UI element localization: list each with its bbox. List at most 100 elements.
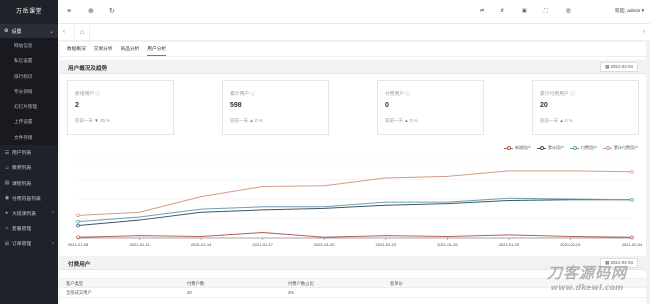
legend-item[interactable]: 累计付费用户 [603, 145, 638, 151]
tabs-scroll-right-icon[interactable]: › [643, 27, 645, 38]
x-tick-label: 2021-01-11 [129, 242, 150, 247]
x-tick-label: 2021-01-23 [376, 242, 397, 247]
table-cell: 全部成交用户 [66, 290, 92, 295]
lock-screen-icon[interactable]: ⇵ [500, 6, 504, 17]
series-line [77, 197, 633, 223]
watermark-url: www.dkewl.com [550, 283, 624, 292]
sidebar-section-settings[interactable]: ⚙ 设置 ⌄ [0, 24, 58, 38]
series-line [77, 170, 633, 216]
analysis-tabs: 数据概况 交易分析 商品分析 用户分析 [67, 46, 167, 56]
sidebar-item-packages[interactable]: ✧ 套餐管理 [0, 221, 58, 236]
legend-item[interactable]: 新增用户 [504, 145, 531, 151]
sidebar-item-label: 套餐管理 [12, 227, 32, 233]
stat-compare: 较前一天 ▲ 0 % [385, 118, 418, 123]
trend-up-icon: ▲ [559, 118, 564, 123]
trend-down-icon: ▼ [94, 118, 99, 123]
message-icon[interactable]: ▣ [522, 6, 527, 17]
sidebar-subitem[interactable]: 文件存储 [0, 130, 58, 145]
user-trend-chart: 2021-01-08 2021-01-11 2021-01-14 2021-01-17… [68, 159, 643, 247]
sidebar-subitem[interactable]: 幻灯片管理 [0, 99, 58, 114]
column-header: 客单价 [390, 281, 403, 286]
stat-card-new-users: 新增用户 ⓘ 2 较前一天 ▼ 25 % [67, 80, 174, 135]
tab-users[interactable]: 用户分析 [147, 46, 167, 56]
overview-date: 2021-02-04 [610, 64, 633, 69]
sidebar-item-paid-content[interactable]: ◉ 付费内容列表 [0, 191, 58, 206]
stat-compare: 较前一天 ▼ 25 % [75, 118, 111, 123]
sidebar-item-label: 大班课列表 [12, 211, 36, 217]
stat-value: 20 [540, 102, 548, 109]
watermark-title: 刀客源码网 [546, 264, 627, 282]
legend-item[interactable]: 累计用户 [537, 145, 564, 151]
chevron-down-icon: ⌄ [48, 28, 54, 35]
data-point [76, 213, 80, 218]
sidebar-subitem[interactable]: 排行标识 [0, 69, 58, 84]
sidebar-item-courses[interactable]: ▤ 课程列表 [0, 175, 58, 190]
trend-up-icon: ▲ [249, 118, 254, 123]
stat-compare: 较前一天 ▲ 0 % [540, 118, 573, 123]
stat-value: 0 [385, 102, 389, 109]
user-menu[interactable]: 欢迎, admin ▾ [615, 6, 644, 17]
course-icon: ▤ [4, 180, 10, 187]
series-line [77, 232, 633, 238]
clear-cache-icon[interactable]: ⇄ [480, 6, 484, 17]
stat-value: 598 [230, 102, 242, 109]
package-icon: ✧ [4, 225, 10, 232]
home-tab-icon[interactable]: ⌂ [74, 25, 90, 40]
sidebar-item-orders[interactable]: ⊞ 订单管理 › [0, 236, 58, 251]
tab-trade[interactable]: 交易分析 [94, 46, 113, 56]
sidebar-subitem[interactable]: 上传设置 [0, 114, 58, 129]
tab-overview[interactable]: 数据概况 [67, 46, 86, 56]
sidebar-item-label: 付费内容列表 [12, 196, 41, 202]
sidebar-subitem[interactable]: 私信设置 [0, 53, 58, 68]
overview-date-picker[interactable]: ▦ 2021-02-04 [600, 62, 638, 72]
tabs-scroll-left-icon[interactable]: ‹ [63, 27, 65, 38]
sidebar-subitem[interactable]: 专长领域 [0, 84, 58, 99]
series-line [77, 199, 632, 227]
sidebar-item-users[interactable]: ☰ 用户列表 [0, 145, 58, 160]
live-icon: ▸ [5, 210, 9, 217]
sidebar-item-live[interactable]: ▸ 大班课列表 › [0, 206, 58, 221]
stat-card-total-paid-users: 累计付费用户 ⓘ 20 较前一天 ▲ 0 % [532, 80, 639, 135]
legend-item[interactable]: 付费用户 [570, 145, 597, 151]
data-point [76, 235, 80, 239]
fullscreen-icon[interactable]: ⛶ [544, 6, 548, 17]
stat-label: 新增用户 ⓘ [75, 92, 101, 97]
x-tick-label: 2021-02-01 [560, 242, 581, 247]
x-tick-label: 2021-01-20 [314, 242, 335, 247]
page-tab-strip: ‹ ⌂ › [58, 24, 650, 41]
stat-card-paid-users: 付费用户 ⓘ 0 较前一天 ▲ 0 % [377, 80, 484, 135]
tab-goods[interactable]: 商品分析 [121, 46, 140, 56]
stat-label: 付费用户 ⓘ [385, 92, 411, 97]
sidebar-subitem[interactable]: 网站信息 [0, 38, 58, 53]
data-point [630, 235, 634, 239]
column-header: 付费户数占比 [288, 281, 314, 286]
data-point [76, 219, 80, 224]
trend-up-icon: ▲ [404, 118, 409, 123]
sidebar-item-label: 订单管理 [12, 242, 32, 248]
overview-title: 用户概况及趋势 [68, 66, 108, 72]
globe-icon[interactable]: ⊕ [88, 6, 94, 17]
x-tick-label: 2021-01-14 [191, 242, 212, 247]
x-tick-label: 2021-02-04 [622, 242, 643, 247]
gear-icon: ⚙ [4, 28, 9, 34]
data-point [76, 223, 80, 228]
stat-label: 累计付费用户 ⓘ [540, 92, 575, 97]
theme-icon[interactable]: ▥ [566, 6, 571, 17]
sidebar-item-label: 课程列表 [12, 181, 32, 187]
refresh-icon[interactable]: ↻ [109, 6, 115, 17]
column-header: 付费户数 [187, 281, 205, 286]
watermark-logo: 刀客源码网 www.dkewl.com [532, 262, 642, 302]
teacher-icon: ☺ [4, 164, 10, 171]
menu-toggle-icon[interactable]: ≡ [67, 6, 71, 17]
x-tick-label: 2021-01-29 [499, 242, 520, 247]
overview-section-header: 用户概况及趋势 ▦ 2021-02-04 [60, 60, 646, 74]
order-icon: ⊞ [4, 240, 10, 247]
sidebar-item-teachers[interactable]: ☺ 教师列表 [0, 160, 58, 175]
x-tick-label: 2021-01-08 [68, 242, 89, 247]
tabs-divider [60, 56, 646, 57]
chevron-right-icon: › [52, 210, 54, 217]
stat-compare: 较前一天 ▲ 0 % [230, 118, 263, 123]
chevron-right-icon: › [52, 240, 54, 247]
table-cell: 3% [288, 290, 295, 295]
table-cell: 20 [187, 290, 192, 295]
